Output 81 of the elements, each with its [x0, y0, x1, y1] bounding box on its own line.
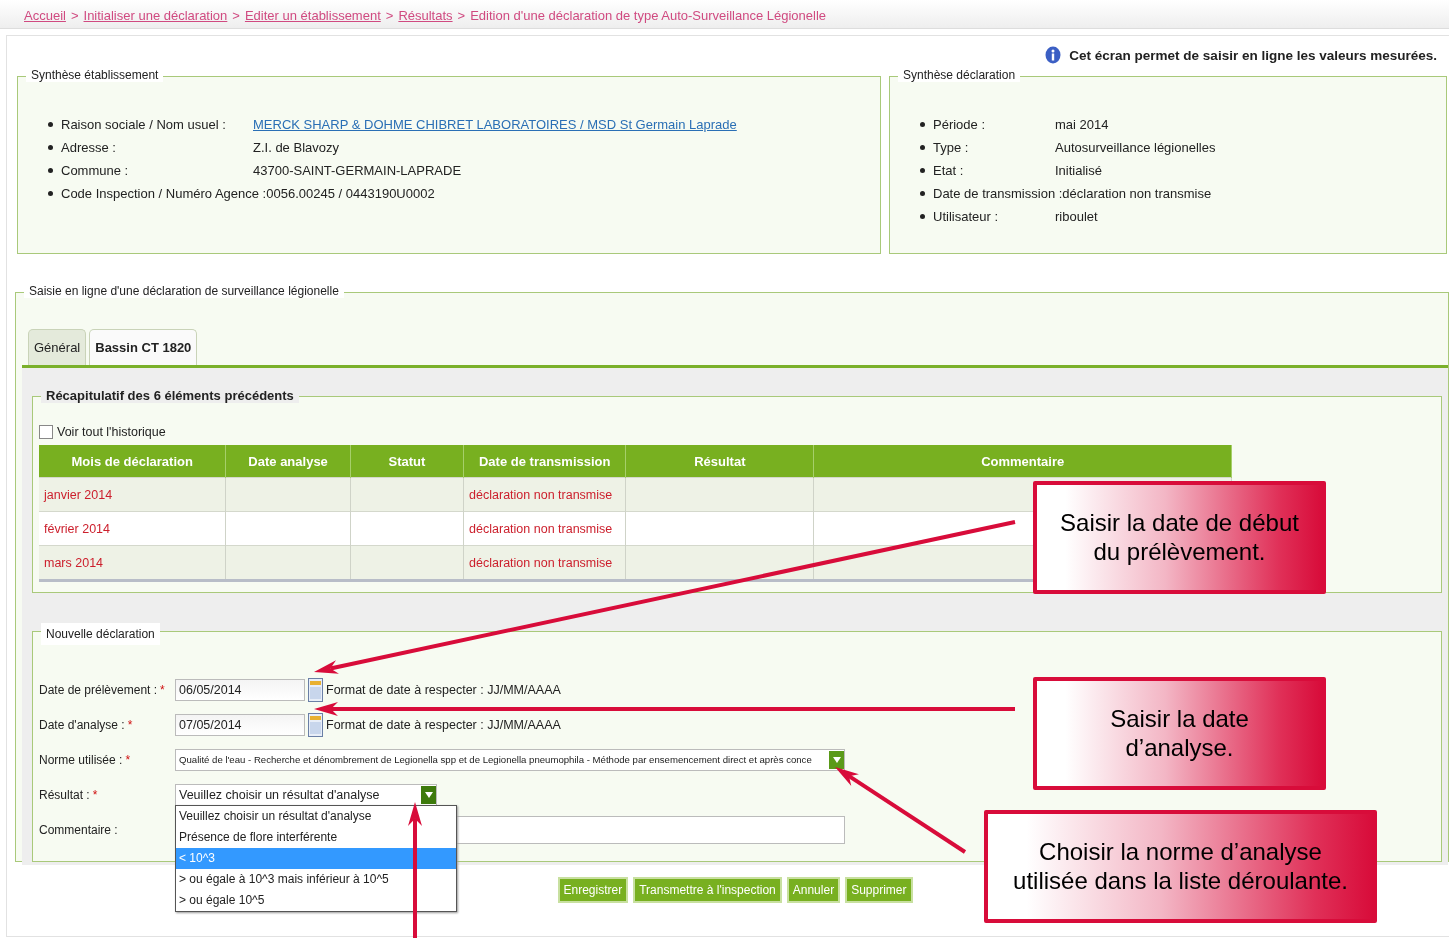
table-cell: déclaration non transmise [463, 545, 626, 581]
field-value: déclaration non transmise [1062, 186, 1212, 201]
bullet-icon [920, 122, 925, 127]
column-header: Résultat [625, 445, 814, 478]
table-cell: mars 2014 [39, 545, 226, 581]
checkbox[interactable] [39, 425, 53, 439]
dropdown-option[interactable]: > ou égale 10^5 [176, 890, 456, 911]
date-field[interactable]: 07/05/2014 [175, 713, 305, 736]
breadcrumb-separator: > [70, 8, 79, 23]
field-label: Date d'analyse : * [39, 717, 134, 732]
field-label: Adresse : [61, 140, 117, 155]
bullet-icon [920, 145, 925, 150]
field-label: Résultat : * [39, 787, 99, 802]
field-value: riboulet [1055, 209, 1098, 224]
tab[interactable]: Général [28, 329, 87, 365]
field-label: Date de prélèvement : * [39, 682, 166, 697]
tab[interactable]: Bassin CT 1820 [89, 329, 198, 365]
dropdown-option[interactable]: Veuillez choisir un résultat d'analyse [176, 806, 456, 827]
bullet-icon [48, 145, 53, 150]
dropdown[interactable]: Veuillez choisir un résultat d'analyse [175, 783, 437, 806]
breadcrumb-current: Edition d'une déclaration de type Auto-Surveillance Légionelle [470, 8, 827, 23]
panel-legend: Récapitulatif des 6 éléments précédents [41, 388, 299, 403]
breadcrumb-link[interactable]: Résultats [398, 8, 453, 23]
dropdown-caret-icon[interactable] [829, 750, 844, 769]
breadcrumb-link[interactable]: Accueil [24, 8, 66, 23]
column-header: Date analyse [225, 445, 351, 478]
breadcrumb-separator: > [457, 8, 466, 23]
panel-legend: Synthèse déclaration [898, 68, 1021, 82]
table-cell: déclaration non transmise [463, 477, 626, 512]
checkbox-label: Voir tout l'historique [57, 425, 166, 439]
panel-legend: Saisie en ligne d'une déclaration de surveillance légionelle [24, 284, 344, 298]
field-value: Z.I. de Blavozy [253, 140, 339, 155]
dropdown-caret-icon[interactable] [421, 785, 436, 804]
breadcrumb-link[interactable]: Editer un établissement [244, 8, 381, 23]
format-hint: Format de date à respecter : JJ/MM/AAAA [326, 682, 561, 697]
table-cell: janvier 2014 [39, 477, 226, 512]
callout: Saisir la date d’analyse. [1033, 677, 1326, 790]
breadcrumb-separator: > [385, 8, 394, 23]
field-label: Type : [933, 140, 970, 155]
field-value: 43700-SAINT-GERMAIN-LAPRADE [253, 163, 462, 178]
bullet-icon [920, 191, 925, 196]
field-value: Initialisé [1055, 163, 1102, 178]
field-label: Date de transmission : [933, 186, 1063, 201]
field-label: Code Inspection / Numéro Agence : [61, 186, 267, 201]
panel-legend: Synthèse établissement [26, 68, 164, 82]
field-label: Période : [933, 117, 987, 132]
field-label: Norme utilisée : * [39, 752, 132, 767]
table-cell: février 2014 [39, 511, 226, 546]
column-header: Statut [350, 445, 464, 478]
field-value: 0056.00245 / 0443190U0002 [266, 186, 435, 201]
calendar-icon[interactable] [308, 712, 323, 737]
field-label: Etat : [933, 163, 965, 178]
breadcrumb-separator: > [232, 8, 240, 23]
callout: Saisir la date de début du prélèvement. [1033, 481, 1326, 594]
column-header: Date de transmission [463, 445, 626, 478]
format-hint: Format de date à respecter : JJ/MM/AAAA [326, 717, 561, 732]
breadcrumb-link[interactable]: Initialiser une déclaration [83, 8, 228, 23]
field-label: Commune : [61, 163, 130, 178]
column-header: Commentaire [813, 445, 1232, 478]
field-value: Autosurveillance légionelles [1055, 140, 1216, 155]
bullet-icon [920, 168, 925, 173]
callout: Choisir la norme d’analyse utilisée dans la liste déroulante. [984, 810, 1377, 923]
calendar-icon[interactable] [308, 677, 323, 702]
dropdown-option[interactable]: > ou égale à 10^3 mais inférieur à 10^5 [176, 869, 456, 890]
dropdown-option[interactable]: Présence de flore interférente [176, 827, 456, 848]
date-field[interactable]: 06/05/2014 [175, 678, 305, 701]
bullet-icon [48, 168, 53, 173]
bullet-icon [920, 214, 925, 219]
dropdown[interactable]: Qualité de l'eau - Recherche et dénombrement de Legionella spp et de Legionella pneumophila - Méthode par ensemencement direct et après conce [175, 748, 845, 771]
establishment-link[interactable]: MERCK SHARP & DOHME CHIBRET LABORATOIRES / MSD St Germain Laprade [253, 117, 737, 132]
panel-legend: Nouvelle déclaration [41, 623, 160, 645]
column-header: Mois de déclaration [39, 445, 226, 478]
field-label: Raison sociale / Nom usuel : [61, 117, 227, 132]
bullet-icon [48, 191, 53, 196]
field-label: Commentaire : [39, 822, 119, 837]
info-message: Cet écran permet de saisir en ligne les valeurs mesurées. [1069, 47, 1437, 63]
field-value: mai 2014 [1055, 117, 1109, 132]
bullet-icon [48, 122, 53, 127]
info-icon [1045, 46, 1062, 64]
field-label: Utilisateur : [933, 209, 1000, 224]
table-cell: déclaration non transmise [463, 511, 626, 546]
